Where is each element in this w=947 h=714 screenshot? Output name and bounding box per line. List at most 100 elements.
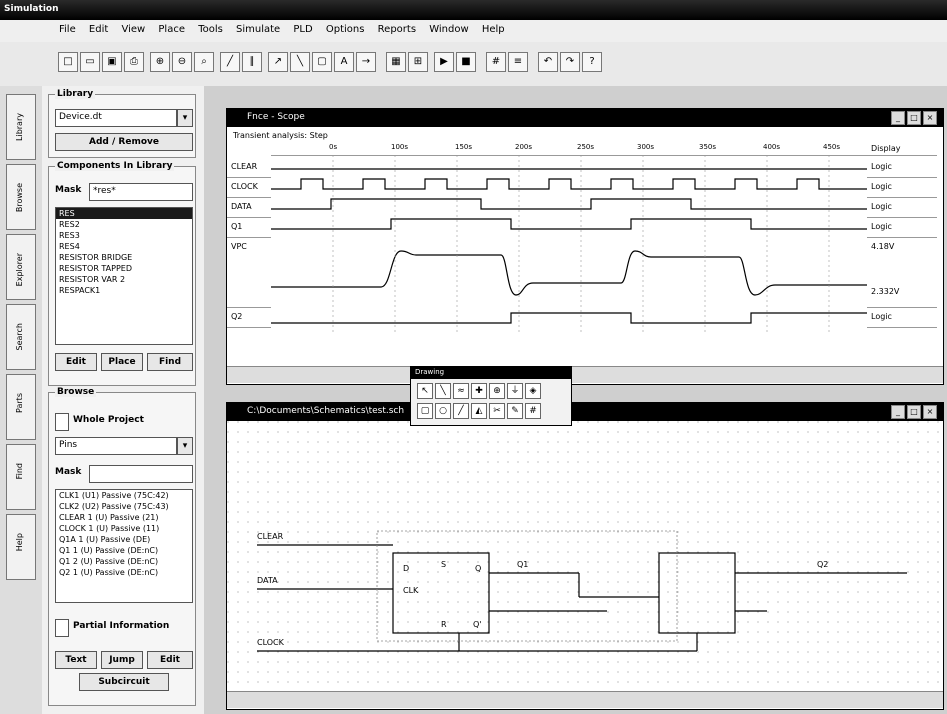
junction-icon[interactable]: ✚	[471, 383, 487, 399]
menu-view[interactable]: View	[116, 20, 150, 35]
rect-icon[interactable]: ▢	[312, 52, 332, 72]
wire-icon[interactable]: ╱	[220, 52, 240, 72]
maximize-icon[interactable]: □	[907, 111, 921, 125]
chevron-down-icon[interactable]: ▾	[177, 109, 193, 127]
rect-icon[interactable]: ▢	[417, 403, 433, 419]
run-icon[interactable]: ▶	[434, 52, 454, 72]
browse-mask-input[interactable]	[89, 465, 193, 483]
bus-icon[interactable]: ∥	[242, 52, 262, 72]
stop-icon[interactable]: ■	[456, 52, 476, 72]
subcircuit-button[interactable]: Subcircuit	[79, 673, 169, 691]
menu-place[interactable]: Place	[153, 20, 190, 35]
tab-help[interactable]: Help	[6, 514, 36, 580]
redo-icon[interactable]: ↷	[560, 52, 580, 72]
bus-icon[interactable]: ≈	[453, 383, 469, 399]
list-item[interactable]: RES	[56, 208, 192, 219]
probe-icon[interactable]: ↗	[268, 52, 288, 72]
edit-button[interactable]: Edit	[147, 651, 193, 669]
wire-icon[interactable]: ╲	[435, 383, 451, 399]
print-icon[interactable]: ⎙	[124, 52, 144, 72]
cut-icon[interactable]: ✂	[489, 403, 505, 419]
circle-icon[interactable]: ○	[435, 403, 451, 419]
pointer-icon[interactable]: ↖	[417, 383, 433, 399]
list-item[interactable]: RESISTOR TAPPED	[56, 263, 192, 274]
maximize-icon[interactable]: □	[907, 405, 921, 419]
text-icon[interactable]: A	[334, 52, 354, 72]
pin-s: S	[441, 560, 446, 569]
menu-help[interactable]: Help	[477, 20, 510, 35]
tab-library[interactable]: Library	[6, 94, 36, 160]
components-place-button[interactable]: Place	[101, 353, 143, 371]
list-item[interactable]: RESISTOR VAR 2	[56, 274, 192, 285]
list-item[interactable]: Q1A 1 (U) Passive (DE)	[56, 534, 192, 545]
list-item[interactable]: CLK1 (U1) Passive (75C:42)	[56, 490, 192, 501]
power-icon[interactable]: ⊕	[489, 383, 505, 399]
partial-info-checkbox[interactable]	[55, 619, 69, 637]
list-item[interactable]: RES2	[56, 219, 192, 230]
add-remove-button[interactable]: Add / Remove	[55, 133, 193, 151]
list-item[interactable]: CLOCK 1 (U) Passive (11)	[56, 523, 192, 534]
probe-icon[interactable]: ✎	[507, 403, 523, 419]
waveform-scrollbar[interactable]	[227, 366, 943, 383]
list-item[interactable]: RES3	[56, 230, 192, 241]
components-find-button[interactable]: Find	[147, 353, 193, 371]
menu-options[interactable]: Options	[321, 20, 370, 35]
component-icon[interactable]: ▦	[386, 52, 406, 72]
menu-pld[interactable]: PLD	[288, 20, 317, 35]
tab-parts[interactable]: Parts	[6, 374, 36, 440]
list-item[interactable]: RESISTOR BRIDGE	[56, 252, 192, 263]
jump-button[interactable]: Jump	[101, 651, 143, 669]
new-icon[interactable]: □	[58, 52, 78, 72]
line-icon[interactable]: ╱	[453, 403, 469, 419]
whole-project-checkbox[interactable]	[55, 413, 69, 431]
netlist-icon[interactable]: ⊞	[408, 52, 428, 72]
minimize-icon[interactable]: _	[891, 405, 905, 419]
menu-edit[interactable]: Edit	[84, 20, 113, 35]
chevron-down-icon[interactable]: ▾	[177, 437, 193, 455]
save-icon[interactable]: ▣	[102, 52, 122, 72]
tab-browse[interactable]: Browse	[6, 164, 36, 230]
list-item[interactable]: CLK2 (U2) Passive (75C:43)	[56, 501, 192, 512]
tab-search[interactable]: Search	[6, 304, 36, 370]
minimize-icon[interactable]: _	[891, 111, 905, 125]
list-item[interactable]: RES4	[56, 241, 192, 252]
components-edit-button[interactable]: Edit	[55, 353, 97, 371]
report-icon[interactable]: ≡	[508, 52, 528, 72]
list-item[interactable]: Q1 1 (U) Passive (DE:nC)	[56, 545, 192, 556]
undo-icon[interactable]: ↶	[538, 52, 558, 72]
list-item[interactable]: CLEAR 1 (U) Passive (21)	[56, 512, 192, 523]
polygon-icon[interactable]: ◭	[471, 403, 487, 419]
components-mask-input[interactable]: *res*	[89, 183, 193, 201]
ground-icon[interactable]: ⏚	[507, 383, 523, 399]
menu-tools[interactable]: Tools	[193, 20, 228, 35]
schematic-canvas[interactable]: CLEAR DATA CLOCK Q1 Q2 CLK D R S Q Q'	[227, 421, 943, 691]
tab-find[interactable]: Find	[6, 444, 36, 510]
grid-icon[interactable]: #	[486, 52, 506, 72]
line-icon[interactable]: ╲	[290, 52, 310, 72]
components-list[interactable]: RES RES2 RES3 RES4 RESISTOR BRIDGE RESIS…	[55, 207, 193, 345]
waveform-plot[interactable]	[271, 155, 867, 335]
close-icon[interactable]: ×	[923, 111, 937, 125]
arrow-icon[interactable]: →	[356, 52, 376, 72]
library-select[interactable]: Device.dt	[55, 109, 177, 127]
zoom-fit-icon[interactable]: ⌕	[194, 52, 214, 72]
close-icon[interactable]: ×	[923, 405, 937, 419]
open-icon[interactable]: ▭	[80, 52, 100, 72]
menu-file[interactable]: File	[54, 20, 81, 35]
browse-type-select[interactable]: Pins	[55, 437, 177, 455]
list-item[interactable]: Q2 1 (U) Passive (DE:nC)	[56, 567, 192, 578]
tab-explorer[interactable]: Explorer	[6, 234, 36, 300]
list-item[interactable]: RESPACK1	[56, 285, 192, 296]
zoom-out-icon[interactable]: ⊖	[172, 52, 192, 72]
menu-simulate[interactable]: Simulate	[231, 20, 285, 35]
menu-window[interactable]: Window	[424, 20, 473, 35]
menu-reports[interactable]: Reports	[373, 20, 421, 35]
text-button[interactable]: Text	[55, 651, 97, 669]
help-icon[interactable]: ?	[582, 52, 602, 72]
zoom-in-icon[interactable]: ⊕	[150, 52, 170, 72]
grid-icon[interactable]: #	[525, 403, 541, 419]
browse-list[interactable]: CLK1 (U1) Passive (75C:42) CLK2 (U2) Pas…	[55, 489, 193, 603]
list-item[interactable]: Q1 2 (U) Passive (DE:nC)	[56, 556, 192, 567]
label-icon[interactable]: ◈	[525, 383, 541, 399]
schematic-scrollbar[interactable]	[227, 691, 943, 708]
